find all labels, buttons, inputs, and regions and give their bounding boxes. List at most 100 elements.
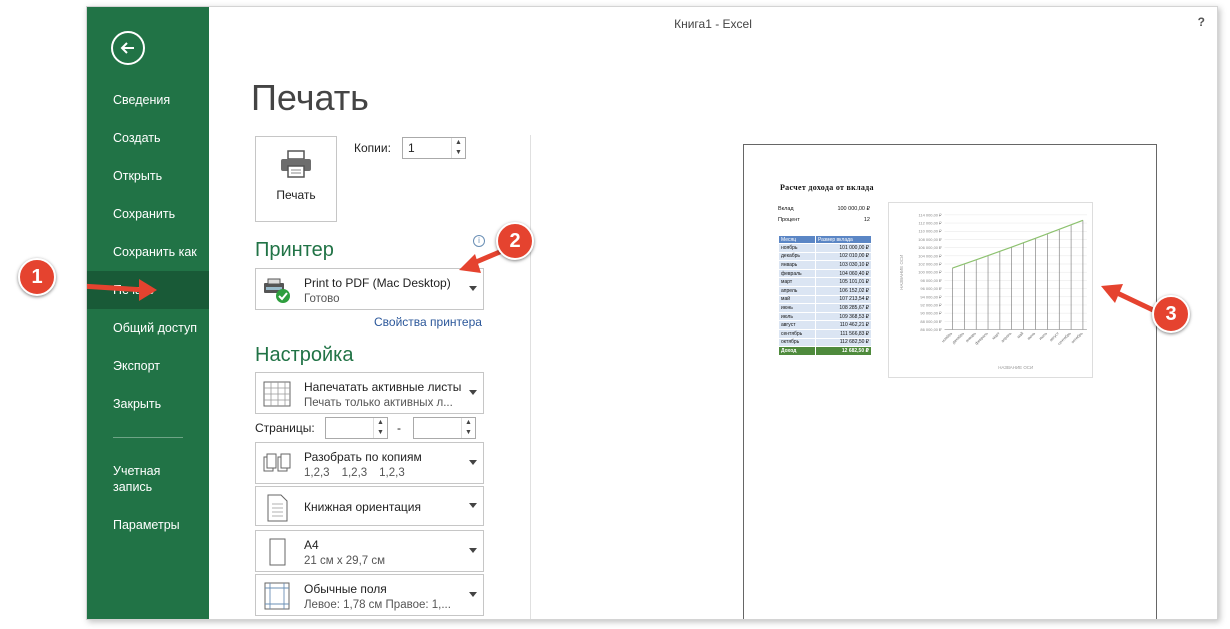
table-row: апрель 106 152,02 ₽ — [778, 285, 873, 296]
nav-share[interactable]: Общий доступ — [87, 309, 209, 347]
preview-table: Месяц Размер вклада ноябрь 101 000,00 ₽ дек… — [778, 235, 873, 356]
preview-deposit: Вклад 100 000,00 ₽ — [778, 206, 870, 212]
nav-print[interactable]: Печать — [87, 271, 209, 309]
callout-badge-2: 2 — [496, 222, 534, 260]
print-button-label: Печать — [276, 188, 316, 202]
nav-new[interactable]: Создать — [87, 119, 209, 157]
panel-divider — [530, 135, 531, 619]
chevron-down-icon — [469, 592, 477, 597]
nav-info[interactable]: Сведения — [87, 81, 209, 119]
pages-label: Страницы: — [255, 421, 315, 435]
orientation-label: Книжная ориентация — [304, 500, 421, 514]
paper-size-label: A4 — [304, 538, 319, 552]
collate-icon — [263, 453, 291, 472]
nav-open[interactable]: Открыть — [87, 157, 209, 195]
orientation-dropdown[interactable]: Книжная ориентация — [255, 486, 484, 526]
window-title: Книга1 - Excel — [674, 17, 752, 31]
nav-divider — [113, 437, 183, 438]
chart-y-tick: 104 000,00 ₽ — [918, 253, 942, 258]
chart-x-tick: декабрь — [951, 331, 965, 345]
nav-save-as[interactable]: Сохранить как — [87, 233, 209, 271]
chart-y-tick: 110 000,00 ₽ — [919, 229, 943, 234]
chart-y-tick: 92 000,00 ₽ — [920, 302, 942, 307]
table-total-row: Доход 12 682,50 ₽ — [778, 346, 873, 356]
spin-up-icon[interactable]: ▲ — [374, 418, 387, 428]
back-arrow-icon[interactable] — [111, 31, 145, 65]
table-row: октябрь 112 682,50 ₽ — [778, 337, 873, 348]
print-button[interactable]: Печать — [255, 136, 337, 222]
preview-chart: 114 000,00 ₽ 112 000,00 ₽ 110 000,00 ₽ 108 … — [888, 202, 1093, 378]
printer-icon — [281, 150, 311, 178]
margins-sub: Левое: 1,78 см Правое: 1,... — [304, 599, 451, 611]
table-row: январь 103 030,10 ₽ — [778, 260, 873, 270]
chart-y-tick: 88 000,00 ₽ — [920, 319, 942, 324]
table-row: июнь 108 285,67 ₽ — [778, 303, 873, 313]
nav-account[interactable]: Учетная запись — [87, 452, 187, 506]
nav-options[interactable]: Параметры — [87, 506, 209, 544]
print-what-dropdown[interactable]: Напечатать активные листы Печать только … — [255, 372, 484, 414]
chart-y-tick: 102 000,00 ₽ — [918, 261, 942, 266]
callout-badge-3: 3 — [1152, 295, 1190, 333]
pages-from-input[interactable]: ▲ ▼ — [325, 417, 388, 439]
collate-dropdown[interactable]: Разобрать по копиям 1,2,3 1,2,3 1,2,3 — [255, 442, 484, 484]
nav-close[interactable]: Закрыть — [87, 385, 209, 423]
spin-up-icon[interactable]: ▲ — [452, 138, 465, 148]
margins-dropdown[interactable]: Обычные поля Левое: 1,78 см Правое: 1,..… — [255, 574, 484, 616]
page-title: Печать — [251, 77, 369, 118]
chart-series-line — [952, 219, 1084, 269]
chart-x-tick: апрель — [1000, 331, 1013, 344]
table-row: август 110 462,21 ₽ — [778, 320, 873, 330]
spin-up-icon[interactable]: ▲ — [462, 418, 475, 428]
pages-dash: - — [397, 421, 401, 435]
table-row: декабрь 102 010,00 ₽ — [778, 251, 873, 262]
paper-icon — [269, 538, 286, 566]
chart-x-tick: июль — [1038, 331, 1048, 341]
chart-y-tick: 94 000,00 ₽ — [920, 294, 942, 299]
copies-value: 1 — [408, 141, 415, 155]
printer-properties-link[interactable]: Свойства принтера — [374, 315, 482, 329]
chevron-down-icon — [469, 460, 477, 465]
nav-save[interactable]: Сохранить — [87, 195, 209, 233]
chart-y-tick: 86 000,00 ₽ — [920, 327, 942, 332]
portrait-page-icon — [267, 494, 288, 522]
pages-to-input[interactable]: ▲ ▼ — [413, 417, 476, 439]
printer-status: Готово — [304, 293, 340, 305]
help-icon[interactable]: ? — [1198, 15, 1205, 29]
spin-down-icon[interactable]: ▼ — [374, 428, 387, 438]
print-preview-page: Расчет дохода от вклада Вклад 100 000,00 … — [743, 144, 1157, 619]
chart-x-tick: июнь — [1026, 331, 1036, 341]
chart-y-tick: 100 000,00 ₽ — [918, 270, 942, 275]
preview-title: Расчет дохода от вклада — [780, 183, 874, 192]
printer-dropdown[interactable]: Print to PDF (Mac Desktop) Готово — [255, 268, 484, 310]
spin-down-icon[interactable]: ▼ — [452, 148, 465, 158]
nav-export[interactable]: Экспорт — [87, 347, 209, 385]
chart-x-label: НАЗВАНИЕ ОСИ — [998, 365, 1033, 370]
table-row: сентябрь 111 566,83 ₽ — [778, 328, 873, 339]
table-row: февраль 104 060,40 ₽ — [778, 268, 873, 279]
spin-down-icon[interactable]: ▼ — [462, 428, 475, 438]
chart-x-tick: март — [991, 331, 1001, 341]
chart-y-tick: 106 000,00 ₽ — [918, 245, 942, 250]
printer-ready-icon — [264, 278, 290, 303]
title-bar: Книга1 - Excel ? — [209, 7, 1217, 37]
table-row: ноябрь 101 000,00 ₽ — [778, 243, 873, 253]
info-icon[interactable]: i — [473, 235, 485, 247]
chart-y-tick: 96 000,00 ₽ — [920, 286, 942, 291]
table-row: март 105 101,01 ₽ — [778, 277, 873, 287]
backstage-nav: Сведения Создать Открыть Сохранить Сохра… — [87, 81, 209, 544]
chart-y-tick: 114 000,00 ₽ — [919, 212, 943, 217]
paper-size-sub: 21 см x 29,7 см — [304, 555, 386, 567]
chevron-down-icon — [469, 286, 477, 291]
copies-stepper[interactable]: 1 ▲ ▼ — [402, 137, 466, 159]
chart-y-tick: 108 000,00 ₽ — [918, 237, 942, 242]
print-what-label: Напечатать активные листы — [304, 380, 462, 394]
margins-icon — [264, 582, 290, 610]
callout-badge-1: 1 — [18, 258, 56, 296]
collate-sub: 1,2,3 1,2,3 1,2,3 — [304, 467, 405, 479]
chart-y-tick: 112 000,00 ₽ — [919, 221, 943, 226]
chart-x-tick: октябрь — [1070, 331, 1084, 345]
paper-size-dropdown[interactable]: A4 21 см x 29,7 см — [255, 530, 484, 572]
preview-rate: Процент 12 — [778, 217, 870, 223]
print-what-sub: Печать только активных л... — [304, 397, 453, 409]
chart-x-tick: май — [1016, 331, 1025, 340]
